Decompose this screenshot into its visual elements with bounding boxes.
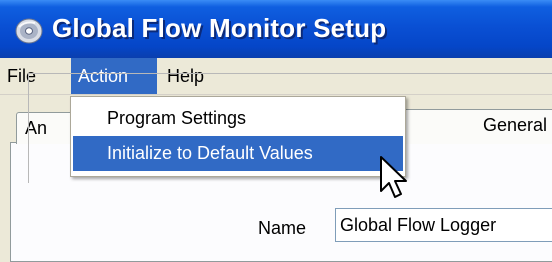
window-title: Global Flow Monitor Setup <box>52 13 387 43</box>
name-label: Name <box>258 218 307 238</box>
title-bar[interactable]: Global Flow Monitor Setup <box>0 0 552 58</box>
menu-item-initialize-defaults[interactable]: Initialize to Default Values <box>73 136 403 171</box>
app-disc-icon <box>15 18 43 44</box>
action-dropdown-menu: Program Settings Initialize to Default V… <box>70 96 406 177</box>
name-input[interactable]: Global Flow Logger <box>335 208 552 242</box>
arrow-cursor-icon <box>380 156 407 198</box>
menu-item-program-settings[interactable]: Program Settings <box>71 101 405 136</box>
